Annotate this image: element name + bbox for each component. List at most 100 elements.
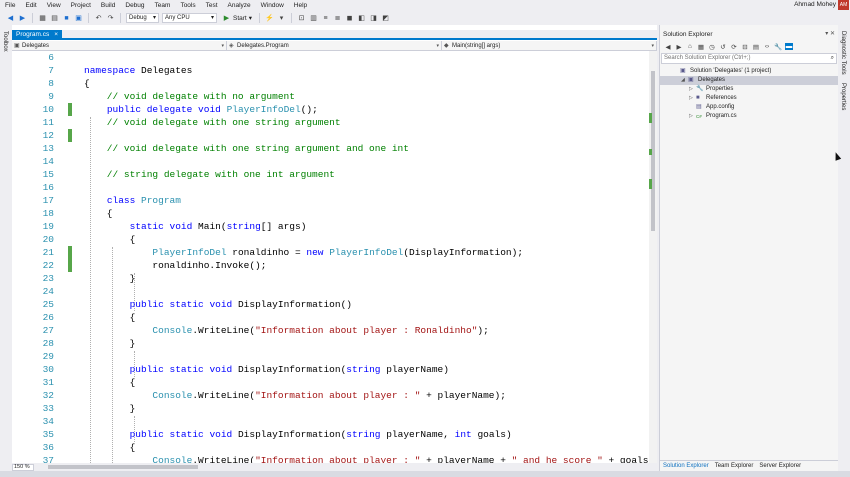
code-line[interactable]: 33 } <box>12 402 652 415</box>
switch-views-icon[interactable]: ▦ <box>697 43 705 51</box>
vertical-scrollbar[interactable] <box>649 51 657 463</box>
code-line[interactable]: 9 // void delegate with no argument <box>12 90 652 103</box>
avatar[interactable]: AM <box>838 0 849 10</box>
code-line[interactable]: 27 Console.WriteLine("Information about … <box>12 324 652 337</box>
bookmark-next-icon[interactable]: ◨ <box>369 14 378 23</box>
sync-icon[interactable]: ↺ <box>719 43 727 51</box>
code-line[interactable]: 12 <box>12 129 652 142</box>
preview-selected-icon[interactable]: ▬ <box>785 43 793 50</box>
member-dropdown[interactable]: ◆ Main(string[] args) ▾ <box>442 41 657 51</box>
code-line[interactable]: 23 } <box>12 272 652 285</box>
code-line[interactable]: 11 // void delegate with one string argu… <box>12 116 652 129</box>
pending-changes-icon[interactable]: ◷ <box>708 43 716 51</box>
menu-item-window[interactable]: Window <box>256 2 289 9</box>
step-icon[interactable]: ▾ <box>277 14 286 23</box>
code-line[interactable]: 35 public static void DisplayInformation… <box>12 428 652 441</box>
code-line[interactable]: 26 { <box>12 311 652 324</box>
horizontal-scrollbar-thumb[interactable] <box>48 465 198 469</box>
menu-item-tools[interactable]: Tools <box>175 2 200 9</box>
menu-item-team[interactable]: Team <box>150 2 176 9</box>
code-line[interactable]: 7 namespace Delegates <box>12 64 652 77</box>
panel-title-icons[interactable]: ▾ ✕ <box>825 30 835 37</box>
code-line[interactable]: 28 } <box>12 337 652 350</box>
tree-item-app-config[interactable]: ▤ App.config <box>660 103 839 112</box>
rail-tab-diagnostic-tools[interactable]: Diagnostic Tools <box>840 31 846 75</box>
menu-item-build[interactable]: Build <box>96 2 120 9</box>
bookmark-icon[interactable]: ◼ <box>345 14 354 23</box>
refresh-icon[interactable]: ⟳ <box>730 43 738 51</box>
code-line[interactable]: 32 Console.WriteLine("Information about … <box>12 389 652 402</box>
code-line[interactable]: 20 { <box>12 233 652 246</box>
class-dropdown[interactable]: ◈ Delegates.Program ▾ <box>227 41 442 51</box>
expand-arrow-icon[interactable]: ▷ <box>689 112 693 121</box>
code-line[interactable]: 31 { <box>12 376 652 389</box>
configuration-select[interactable]: Debug ▾ <box>126 13 159 23</box>
uncomment-icon[interactable]: ≣ <box>333 14 342 23</box>
new-project-icon[interactable]: ▦ <box>38 14 47 23</box>
tab-team-explorer[interactable]: Team Explorer <box>715 461 754 471</box>
code-line[interactable]: 30 public static void DisplayInformation… <box>12 363 652 376</box>
code-line[interactable]: 25 public static void DisplayInformation… <box>12 298 652 311</box>
open-file-icon[interactable]: ▤ <box>50 14 59 23</box>
code-line[interactable]: 29 <box>12 350 652 363</box>
menu-item-project[interactable]: Project <box>66 2 96 9</box>
save-all-icon[interactable]: ▣ <box>74 14 83 23</box>
menu-item-debug[interactable]: Debug <box>120 2 149 9</box>
start-button[interactable]: ▶ Start ▾ <box>220 14 254 23</box>
code-line[interactable]: 19 static void Main(string[] args) <box>12 220 652 233</box>
view-code-icon[interactable]: ‹› <box>763 43 771 50</box>
menu-item-test[interactable]: Test <box>201 2 223 9</box>
bookmark-clear-icon[interactable]: ◩ <box>381 14 390 23</box>
menu-item-file[interactable]: File <box>0 2 20 9</box>
redo-icon[interactable]: ↷ <box>106 14 115 23</box>
user-name[interactable]: Ahmad Mohey <box>794 1 836 8</box>
zoom-dropdown[interactable]: 150 % <box>12 463 34 471</box>
code-line[interactable]: 24 <box>12 285 652 298</box>
comment-icon[interactable]: ≡ <box>321 14 330 23</box>
tree-item-references[interactable]: ▷ ■ References <box>660 94 839 103</box>
code-line[interactable]: 8{ <box>12 77 652 90</box>
tab-solution-explorer[interactable]: Solution Explorer <box>663 461 709 471</box>
tab-program-cs[interactable]: Program.cs × <box>12 30 63 40</box>
back-icon[interactable]: ◀ <box>6 14 15 23</box>
code-line[interactable]: 16 <box>12 181 652 194</box>
project-dropdown[interactable]: ▣ Delegates ▾ <box>12 41 227 51</box>
menu-item-edit[interactable]: Edit <box>20 2 41 9</box>
solution-search-input[interactable]: Search Solution Explorer (Ctrl+;) ⌕ <box>661 53 837 64</box>
code-line[interactable]: 10 public delegate void PlayerInfoDel(); <box>12 103 652 116</box>
tab-server-explorer[interactable]: Server Explorer <box>759 461 801 471</box>
tree-item-program-cs[interactable]: ▷ C# Program.cs <box>660 112 839 121</box>
menu-item-help[interactable]: Help <box>289 2 312 9</box>
code-area[interactable]: 6 7 namespace Delegates 8{9 // void delegat… <box>12 51 652 463</box>
platform-select[interactable]: Any CPU ▾ <box>162 13 217 23</box>
collapse-all-icon[interactable]: ⊟ <box>741 43 749 51</box>
code-line[interactable]: 15 // string delegate with one int argum… <box>12 168 652 181</box>
code-line[interactable]: 37 Console.WriteLine("Information about … <box>12 454 652 463</box>
tree-item-delegates[interactable]: ◢ ▣ Delegates <box>660 76 839 85</box>
expand-arrow-icon[interactable]: ◢ <box>681 76 685 85</box>
home-icon[interactable]: ⌂ <box>686 43 694 50</box>
format-icon[interactable]: ▥ <box>309 14 318 23</box>
menu-item-view[interactable]: View <box>42 2 66 9</box>
code-line[interactable]: 18 { <box>12 207 652 220</box>
code-line[interactable]: 21 PlayerInfoDel ronaldinho = new Player… <box>12 246 652 259</box>
code-line[interactable]: 34 <box>12 415 652 428</box>
code-line[interactable]: 6 <box>12 51 652 64</box>
code-line[interactable]: 17 class Program <box>12 194 652 207</box>
browser-link-icon[interactable]: ⚡ <box>265 14 274 23</box>
expand-arrow-icon[interactable]: ▷ <box>689 94 693 103</box>
code-line[interactable]: 36 { <box>12 441 652 454</box>
toolbox-tab[interactable]: Toolbox <box>2 31 8 52</box>
properties-icon[interactable]: 🔧 <box>774 43 782 51</box>
code-line[interactable]: 14 <box>12 155 652 168</box>
forward-icon[interactable]: ▶ <box>18 14 27 23</box>
find-icon[interactable]: ⊡ <box>297 14 306 23</box>
tree-item-properties[interactable]: ▷ 🔧 Properties <box>660 85 839 94</box>
code-line[interactable]: 22 ronaldinho.Invoke(); <box>12 259 652 272</box>
undo-icon[interactable]: ↶ <box>94 14 103 23</box>
rail-tab-properties[interactable]: Properties <box>840 83 846 110</box>
bookmark-prev-icon[interactable]: ◧ <box>357 14 366 23</box>
expand-arrow-icon[interactable]: ▷ <box>689 85 693 94</box>
show-all-files-icon[interactable]: ▤ <box>752 43 760 51</box>
forward-icon[interactable]: ▶ <box>675 43 683 51</box>
